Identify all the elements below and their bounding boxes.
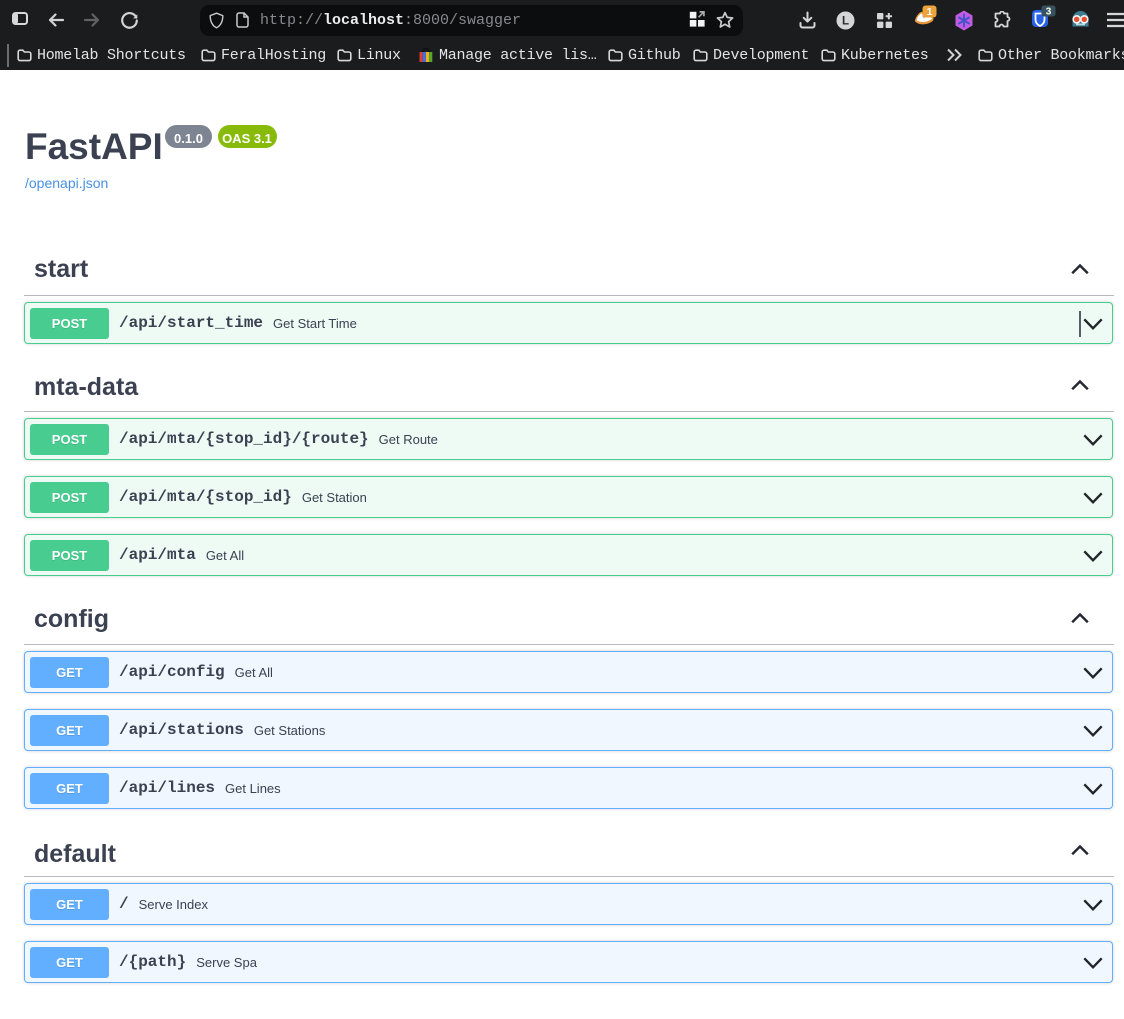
svg-text:1: 1 <box>927 6 933 18</box>
svg-text:L: L <box>842 16 849 28</box>
svg-text:3: 3 <box>1046 6 1052 17</box>
